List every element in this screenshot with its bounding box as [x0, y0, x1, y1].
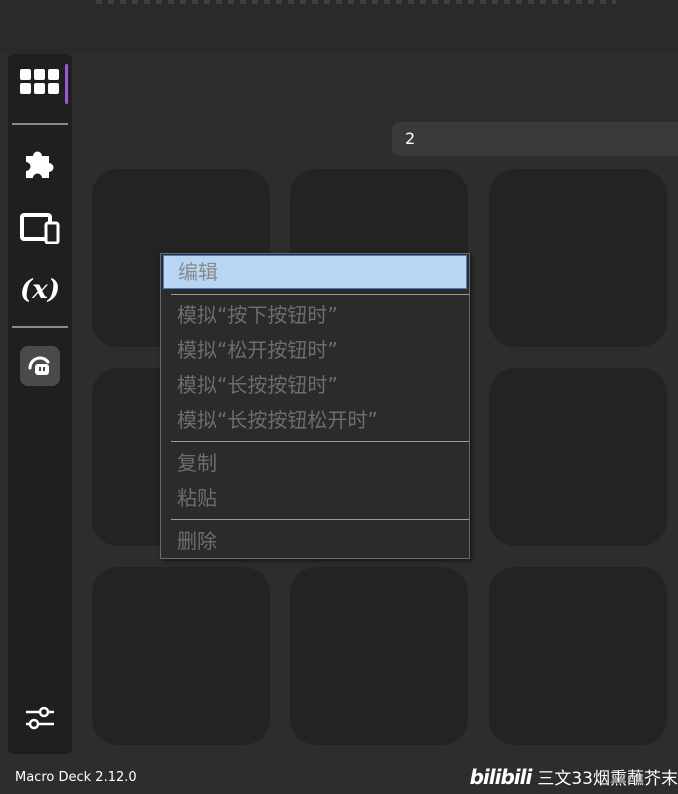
top-strip: [0, 0, 678, 54]
sidebar-item-profile[interactable]: [16, 342, 64, 390]
variables-icon: (x): [19, 275, 61, 305]
menu-item-simulate-release[interactable]: 模拟“松开按钮时”: [163, 333, 467, 367]
macro-deck-window: (x) 2 编辑 模拟“按下按钮时” 模拟“松开按钮时” 模拟“长按按钮时” 模…: [0, 0, 678, 794]
action-button-slot[interactable]: [92, 567, 270, 745]
menu-separator: [171, 441, 469, 442]
sidebar-item-devices[interactable]: [16, 204, 64, 252]
sidebar-separator: [12, 123, 68, 125]
watermark: bilibili 三文33烟熏蘸芥末: [469, 764, 678, 790]
sidebar-item-plugins[interactable]: [16, 138, 64, 186]
folder-name-field[interactable]: 2: [392, 122, 678, 156]
profile-icon: [20, 346, 60, 386]
bilibili-logo: bilibili: [469, 764, 533, 789]
action-button-slot[interactable]: [489, 368, 667, 546]
menu-separator: [171, 294, 469, 295]
cropped-title-text: [96, 0, 616, 4]
menu-item-delete[interactable]: 删除: [163, 524, 467, 558]
sidebar-item-deck[interactable]: [16, 58, 68, 106]
sidebar: (x): [8, 54, 72, 754]
menu-item-simulate-long-press[interactable]: 模拟“长按按钮时”: [163, 368, 467, 402]
menu-item-simulate-press[interactable]: 模拟“按下按钮时”: [163, 298, 467, 332]
puzzle-icon: [26, 151, 54, 178]
version-label: Macro Deck 2.12.0: [15, 770, 137, 785]
action-button-slot[interactable]: [489, 169, 667, 347]
devices-icon: [20, 213, 60, 244]
sliders-icon: [26, 706, 54, 730]
menu-item-paste[interactable]: 粘贴: [163, 481, 467, 515]
sidebar-item-variables[interactable]: (x): [16, 266, 64, 314]
menu-item-simulate-long-release[interactable]: 模拟“长按按钮松开时”: [163, 403, 467, 437]
action-button-slot[interactable]: [489, 567, 667, 745]
menu-item-copy[interactable]: 复制: [163, 446, 467, 480]
action-button-slot[interactable]: [290, 567, 468, 745]
sidebar-separator: [12, 326, 68, 328]
active-indicator: [65, 64, 68, 104]
grid-icon: [20, 69, 59, 94]
menu-separator: [171, 519, 469, 520]
menu-item-edit[interactable]: 编辑: [163, 255, 467, 289]
context-menu: 编辑 模拟“按下按钮时” 模拟“松开按钮时” 模拟“长按按钮时” 模拟“长按按钮…: [160, 253, 470, 559]
sidebar-item-settings[interactable]: [16, 694, 64, 742]
watermark-author: 三文33烟熏蘸芥末: [537, 769, 678, 789]
